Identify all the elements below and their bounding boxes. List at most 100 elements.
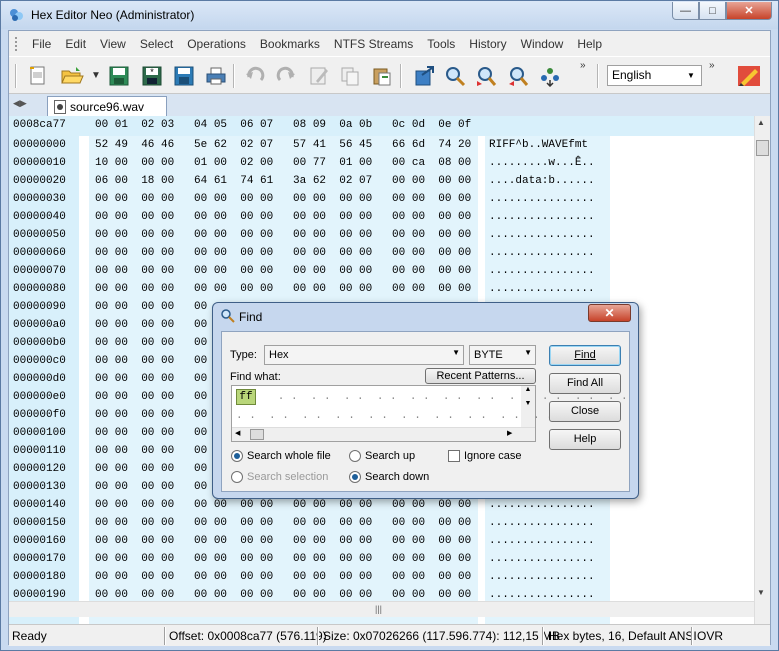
find-icon[interactable] xyxy=(442,63,468,89)
row-hex-bytes[interactable]: 52 49 46 46 5e 62 02 07 57 41 56 45 66 6… xyxy=(95,139,471,151)
pattern-horizontal-scrollbar[interactable]: ◀ ▶ xyxy=(232,427,535,441)
row-hex-bytes[interactable]: 00 00 00 00 00 xyxy=(95,445,207,457)
row-ascii[interactable]: ................ xyxy=(489,265,595,277)
row-ascii[interactable]: ................ xyxy=(489,283,595,295)
hex-row[interactable]: 00000170 00 00 00 00 00 00 00 00 00 00 00… xyxy=(9,550,754,568)
hex-row[interactable]: 00000160 00 00 00 00 00 00 00 00 00 00 00… xyxy=(9,532,754,550)
redo-icon[interactable] xyxy=(273,63,299,89)
scroll-right-icon[interactable]: ▶ xyxy=(507,429,512,437)
new-file-icon[interactable] xyxy=(25,63,51,89)
menu-help[interactable]: Help xyxy=(570,37,609,51)
scroll-left-icon[interactable]: ◀ xyxy=(235,429,240,437)
row-hex-bytes[interactable]: 00 00 00 00 00 xyxy=(95,427,207,439)
row-hex-bytes[interactable]: 00 00 00 00 00 00 00 00 00 00 00 00 00 0… xyxy=(95,229,471,241)
hex-row[interactable]: 00000070 00 00 00 00 00 00 00 00 00 00 00… xyxy=(9,262,754,280)
save-icon[interactable] xyxy=(106,63,132,89)
tab-scroll-arrows-icon[interactable]: ◀▶ xyxy=(13,98,27,109)
type-select[interactable]: Hex ▼ xyxy=(264,345,464,365)
row-hex-bytes[interactable]: 00 00 00 00 00 00 00 00 00 00 00 00 00 0… xyxy=(95,265,471,277)
paste-icon[interactable] xyxy=(369,63,395,89)
row-hex-bytes[interactable]: 00 00 00 00 00 00 00 00 00 00 00 00 00 0… xyxy=(95,553,471,565)
row-hex-bytes[interactable]: 00 00 00 00 00 00 00 00 00 00 00 00 00 0… xyxy=(95,283,471,295)
menu-view[interactable]: View xyxy=(93,37,133,51)
pattern-vertical-scrollbar[interactable]: ▲ ▼ xyxy=(521,386,535,427)
row-ascii[interactable]: ................ xyxy=(489,535,595,547)
open-folder-icon[interactable] xyxy=(59,63,85,89)
row-ascii[interactable]: RIFF^b..WAVEfmt xyxy=(489,139,595,151)
row-ascii[interactable]: ................ xyxy=(489,193,595,205)
search-up-radio[interactable]: Search up xyxy=(349,450,415,462)
find-button[interactable]: Find xyxy=(549,345,621,366)
pattern-scroll-thumb[interactable] xyxy=(250,429,264,440)
row-hex-bytes[interactable]: 00 00 00 00 00 00 00 00 00 00 00 00 00 0… xyxy=(95,589,471,601)
pattern-input[interactable]: ff . . . . . . . . . . . . . . . . . . .… xyxy=(231,385,628,442)
dialog-close-button[interactable]: ✕ xyxy=(588,304,631,322)
row-hex-bytes[interactable]: 00 00 00 00 00 xyxy=(95,337,207,349)
scroll-down-icon[interactable]: ▼ xyxy=(757,588,765,597)
scroll-thumb[interactable] xyxy=(756,140,769,156)
menu-select[interactable]: Select xyxy=(133,37,180,51)
row-hex-bytes[interactable]: 00 00 00 00 00 xyxy=(95,409,207,421)
row-hex-bytes[interactable]: 00 00 00 00 00 00 00 00 00 00 00 00 00 0… xyxy=(95,535,471,547)
print-icon[interactable] xyxy=(203,63,229,89)
row-ascii[interactable]: ....data:b...... xyxy=(489,175,595,187)
toolbar-grip[interactable] xyxy=(597,64,599,88)
edit-icon[interactable] xyxy=(306,63,332,89)
row-hex-bytes[interactable]: 00 00 00 00 00 xyxy=(95,355,207,367)
search-whole-file-radio[interactable]: Search whole file xyxy=(231,450,331,462)
row-ascii[interactable]: ................ xyxy=(489,553,595,565)
horizontal-scrollbar[interactable]: ||| xyxy=(9,601,754,617)
row-hex-bytes[interactable]: 00 00 00 00 00 00 00 00 00 00 00 00 00 0… xyxy=(95,571,471,583)
hex-row[interactable]: 00000000 52 49 46 46 5e 62 02 07 57 41 56… xyxy=(9,136,754,154)
menu-history[interactable]: History xyxy=(462,37,513,51)
menu-bookmarks[interactable]: Bookmarks xyxy=(253,37,327,51)
goto-icon[interactable] xyxy=(537,63,563,89)
hex-row[interactable]: 00000180 00 00 00 00 00 00 00 00 00 00 00… xyxy=(9,568,754,586)
row-hex-bytes[interactable]: 00 00 00 00 00 00 00 00 00 00 00 00 00 0… xyxy=(95,517,471,529)
maximize-button[interactable]: □ xyxy=(699,2,726,20)
close-button[interactable]: Close xyxy=(549,401,621,422)
row-ascii[interactable]: ................ xyxy=(489,247,595,259)
save-as-icon[interactable] xyxy=(171,63,197,89)
menu-ntfs-streams[interactable]: NTFS Streams xyxy=(327,37,420,51)
hex-row[interactable]: 00000060 00 00 00 00 00 00 00 00 00 00 00… xyxy=(9,244,754,262)
language-select[interactable]: English ▼ xyxy=(607,65,702,86)
row-hex-bytes[interactable]: 00 00 00 00 00 xyxy=(95,319,207,331)
vertical-scrollbar[interactable]: ▲ ▼ xyxy=(754,116,770,624)
pattern-byte[interactable]: ff xyxy=(236,389,256,405)
menu-edit[interactable]: Edit xyxy=(58,37,93,51)
hex-row[interactable]: 00000010 10 00 00 00 01 00 02 00 00 77 01… xyxy=(9,154,754,172)
recent-patterns-button[interactable]: Recent Patterns... xyxy=(425,368,536,384)
row-hex-bytes[interactable]: 00 00 00 00 00 00 00 00 00 00 00 00 00 0… xyxy=(95,247,471,259)
row-ascii[interactable]: ................ xyxy=(489,589,595,601)
row-hex-bytes[interactable]: 00 00 00 00 00 xyxy=(95,391,207,403)
menu-operations[interactable]: Operations xyxy=(180,37,253,51)
menu-window[interactable]: Window xyxy=(514,37,571,51)
toolbar-overflow-icon[interactable]: » xyxy=(580,60,586,71)
ignore-case-checkbox[interactable]: Ignore case xyxy=(448,450,521,462)
find-all-button[interactable]: Find All xyxy=(549,373,621,394)
undo-icon[interactable] xyxy=(242,63,268,89)
row-ascii[interactable]: ................ xyxy=(489,571,595,583)
row-hex-bytes[interactable]: 00 00 00 00 00 00 00 00 00 00 00 00 00 0… xyxy=(95,193,471,205)
find-next-icon[interactable] xyxy=(473,63,499,89)
menu-file[interactable]: File xyxy=(25,37,58,51)
row-hex-bytes[interactable]: 00 00 00 00 00 xyxy=(95,301,207,313)
minimize-button[interactable]: — xyxy=(672,2,699,20)
toolbar-overflow-icon[interactable]: » xyxy=(709,60,715,71)
scroll-grip-icon[interactable]: ||| xyxy=(375,604,382,614)
row-hex-bytes[interactable]: 00 00 00 00 00 00 00 00 00 00 00 00 00 0… xyxy=(95,499,471,511)
row-hex-bytes[interactable]: 10 00 00 00 01 00 02 00 00 77 01 00 00 c… xyxy=(95,157,471,169)
tab-source96[interactable]: source96.wav xyxy=(47,96,167,116)
hex-row[interactable]: 00000040 00 00 00 00 00 00 00 00 00 00 00… xyxy=(9,208,754,226)
row-ascii[interactable]: ................ xyxy=(489,211,595,223)
save-all-icon[interactable]: * xyxy=(139,63,165,89)
row-hex-bytes[interactable]: 06 00 18 00 64 61 74 61 3a 62 02 07 00 0… xyxy=(95,175,471,187)
hex-row[interactable]: 00000020 06 00 18 00 64 61 74 61 3a 62 02… xyxy=(9,172,754,190)
row-hex-bytes[interactable]: 00 00 00 00 00 xyxy=(95,463,207,475)
scroll-up-icon[interactable]: ▲ xyxy=(757,118,765,127)
close-window-button[interactable]: ✕ xyxy=(726,2,772,20)
hex-row[interactable]: 00000030 00 00 00 00 00 00 00 00 00 00 00… xyxy=(9,190,754,208)
row-ascii[interactable]: .........w...Ê.. xyxy=(489,157,595,169)
menu-tools[interactable]: Tools xyxy=(420,37,462,51)
